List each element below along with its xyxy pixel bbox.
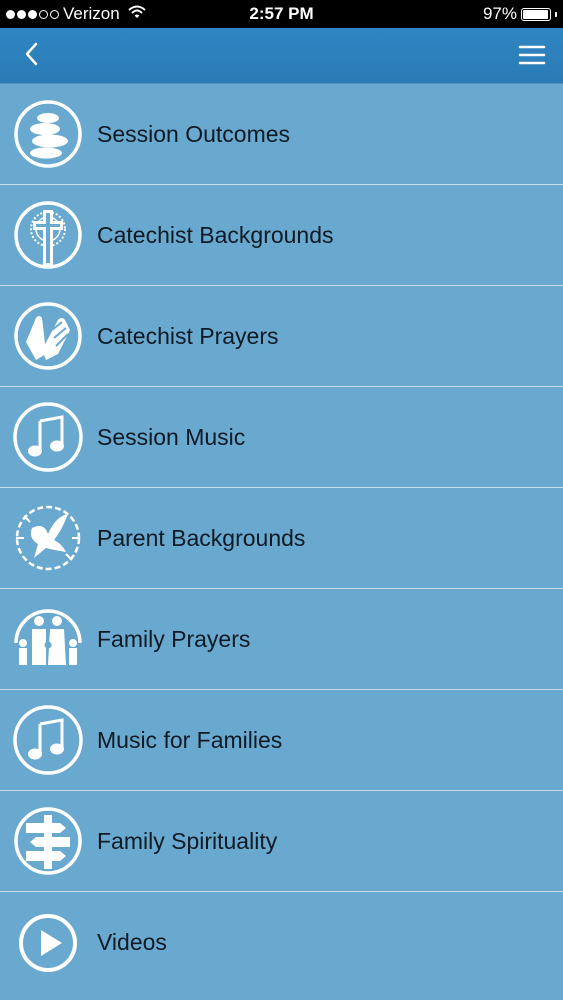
- menu-item-label: Music for Families: [97, 726, 283, 753]
- menu-item-parent-backgrounds[interactable]: Parent Backgrounds: [0, 488, 563, 589]
- menu-item-label: Session Outcomes: [97, 120, 291, 147]
- menu-item-label: Catechist Prayers: [97, 322, 279, 349]
- back-button[interactable]: [18, 40, 48, 70]
- stacked-stones-icon: [12, 98, 84, 170]
- menu-item-label: Videos: [97, 929, 167, 955]
- menu-item-label: Parent Backgrounds: [97, 524, 306, 551]
- battery-icon: [521, 7, 551, 21]
- music-note-icon: [12, 704, 84, 776]
- nav-bar: [0, 28, 563, 84]
- menu-item-label: Session Music: [97, 423, 246, 450]
- play-icon: [12, 907, 84, 979]
- praying-hands-icon: [12, 300, 84, 372]
- menu-item-family-spirituality[interactable]: Family Spirituality: [0, 791, 563, 892]
- status-right: 97%: [483, 4, 557, 24]
- status-time: 2:57 PM: [249, 4, 314, 23]
- music-note-icon: [12, 401, 84, 473]
- signpost-icon: [12, 805, 84, 877]
- menu-item-videos[interactable]: Videos: [0, 892, 563, 993]
- hamburger-menu-icon: [518, 45, 546, 65]
- menu-item-session-music[interactable]: Session Music: [0, 387, 563, 488]
- menu-list: Session Outcomes Catechist Backgrounds C…: [0, 84, 563, 993]
- menu-item-music-for-families[interactable]: Music for Families: [0, 690, 563, 791]
- status-bar: Verizon 2:57 PM 97%: [0, 0, 563, 28]
- menu-item-catechist-backgrounds[interactable]: Catechist Backgrounds: [0, 185, 563, 286]
- battery-percent: 97%: [482, 4, 517, 23]
- family-icon: [12, 603, 84, 675]
- menu-button[interactable]: [517, 42, 547, 68]
- menu-item-label: Family Prayers: [97, 625, 251, 652]
- menu-item-catechist-prayers[interactable]: Catechist Prayers: [0, 286, 563, 387]
- menu-item-label: Family Spirituality: [97, 827, 278, 854]
- chevron-left-icon: [25, 42, 38, 66]
- dove-icon: [12, 502, 84, 574]
- menu-item-session-outcomes[interactable]: Session Outcomes: [0, 84, 563, 185]
- sun-cross-icon: [12, 199, 84, 271]
- menu-item-family-prayers[interactable]: Family Prayers: [0, 589, 563, 690]
- menu-item-label: Catechist Backgrounds: [97, 221, 334, 248]
